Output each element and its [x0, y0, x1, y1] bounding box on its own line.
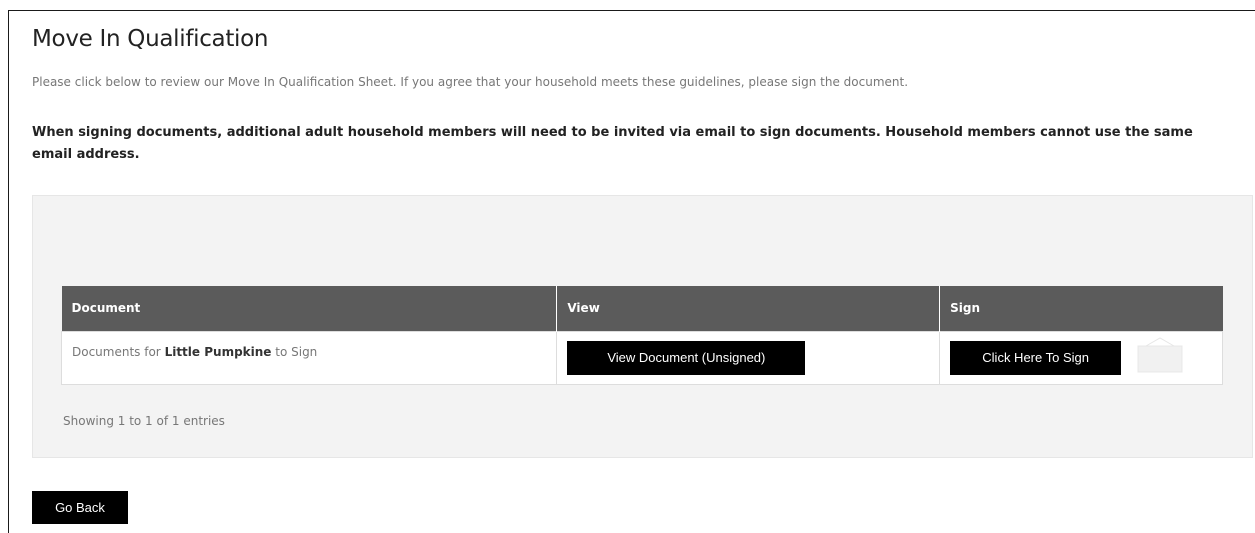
- go-back-button[interactable]: Go Back: [32, 491, 128, 524]
- document-prefix: Documents for: [72, 344, 165, 359]
- document-cell: Documents for Little Pumpkine to Sign: [60, 330, 558, 385]
- view-document-button[interactable]: View Document (Unsigned): [567, 340, 806, 375]
- document-description: Documents for Little Pumpkine to Sign: [72, 345, 317, 359]
- page-title: Move In Qualification: [32, 26, 269, 52]
- column-header-view[interactable]: View: [556, 286, 941, 331]
- documents-panel: Document View Sign Documents for Little …: [32, 195, 1253, 458]
- sign-document-button[interactable]: Click Here To Sign: [950, 340, 1122, 375]
- entries-info: Showing 1 to 1 of 1 entries: [63, 414, 225, 428]
- view-cell: View Document (Unsigned): [556, 330, 941, 385]
- sign-cell: Click Here To Sign: [939, 330, 1223, 385]
- documents-table: Document View Sign Documents for Little …: [60, 286, 1223, 385]
- document-suffix: to Sign: [271, 344, 318, 359]
- signing-warning: When signing documents, additional adult…: [32, 125, 1193, 162]
- column-header-sign[interactable]: Sign: [939, 286, 1223, 331]
- table-row: Documents for Little Pumpkine to Sign Vi…: [60, 330, 1223, 385]
- document-placeholder-icon: [1137, 336, 1183, 372]
- table-header-row: Document View Sign: [61, 286, 1223, 331]
- column-header-document[interactable]: Document: [61, 286, 558, 331]
- intro-text: Please click below to review our Move In…: [32, 75, 909, 89]
- document-name: Little Pumpkine: [164, 344, 272, 359]
